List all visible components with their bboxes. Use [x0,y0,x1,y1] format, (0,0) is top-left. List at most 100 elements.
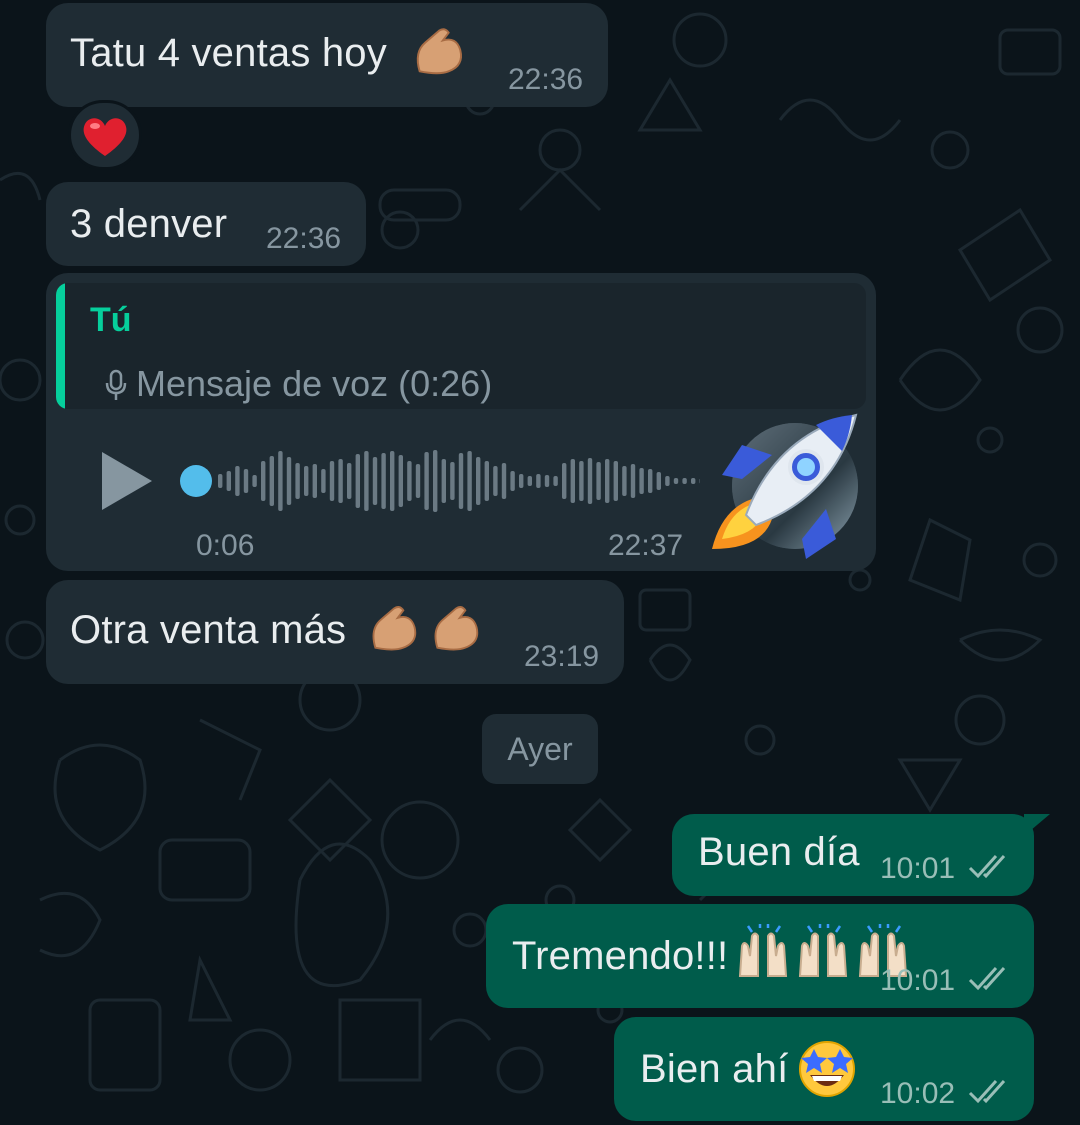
flexed-biceps-emoji [428,600,484,663]
waveform-bar [398,455,403,507]
quoted-message[interactable]: Tú Mensaje de voz (0:26) [56,283,866,409]
read-receipt-icon [968,1079,1006,1104]
read-receipt-icon [968,854,1006,879]
waveform-bar [691,478,696,484]
waveform-bar [630,464,636,498]
waveform-bar [450,462,455,500]
waveform-bar [493,466,498,496]
incoming-message[interactable]: Tatu 4 ventas hoy 22:36 [46,3,608,107]
outgoing-message[interactable]: Tremendo!!! 10:01 [486,904,1034,1008]
message-time: 23:19 [524,640,600,673]
waveform-bar [364,451,369,511]
waveform-bar [622,466,627,496]
waveform-bar [329,461,335,501]
waveform-bar [467,451,472,511]
waveform-bar [424,452,429,510]
voice-elapsed: 0:06 [196,529,255,562]
outgoing-message[interactable]: Bien ahí 10:02 [614,1017,1034,1121]
flexed-biceps-emoji [410,23,468,86]
waveform-bar [562,463,567,499]
chat-panel: Tatu 4 ventas hoy 22:36 3 denver 22:36 T… [0,0,1080,1125]
waveform-bar [261,461,266,501]
play-button[interactable] [100,450,156,512]
waveform-bar [415,464,421,498]
message-time: 10:02 [880,1077,956,1110]
waveform-bar [407,461,412,501]
waveform-bar [269,456,274,506]
waveform-bar [458,453,464,509]
waveform-bar [476,457,481,505]
waveform-bar [338,459,343,503]
waveform-bar [347,463,352,499]
waveform-bar [596,462,601,500]
waveform-bar [286,457,292,505]
waveform-bar [544,475,550,487]
waveform-bar [665,476,670,486]
message-text: 3 denver [70,202,228,246]
message-time: 10:01 [880,964,956,997]
flexed-biceps-emoji [366,600,422,663]
waveform-bar [235,466,240,496]
raising-hands-emoji [734,924,794,985]
playback-knob[interactable] [180,465,212,497]
star-struck-emoji [796,1037,858,1104]
quote-author: Tú [90,301,132,339]
waveform-bar [579,461,584,501]
waveform-bar [372,457,378,505]
waveform-bar [648,469,653,493]
waveform-bar [605,459,610,503]
waveform-bar [570,459,575,503]
waveform-bar [656,472,661,490]
voice-waveform[interactable] [180,441,700,521]
waveform-bar [519,474,524,488]
waveform-bar [510,471,515,491]
waveform-bar [243,469,249,493]
raising-hands-emoji [794,924,854,985]
quote-accent-bar [56,283,65,409]
waveform-bar [441,459,446,503]
waveform-bar [639,468,644,494]
waveform-bar [390,451,395,511]
message-text: Bien ahí [640,1047,789,1091]
microphone-icon [105,369,127,400]
waveform-bar [381,453,386,509]
waveform-bar [587,458,593,504]
voice-message[interactable]: Tú Mensaje de voz (0:26) 0:06 22:37 [46,273,876,571]
outgoing-message[interactable]: Buen día 10:01 [672,814,1050,896]
message-time: 22:37 [608,529,684,562]
red-heart-icon [83,118,127,156]
waveform-bar [613,461,618,501]
waveform-bar [673,478,679,484]
waveform-bar [321,469,326,493]
waveform-bar [553,476,558,486]
waveform-bar [278,451,283,511]
waveform-bar [226,471,231,491]
waveform-bar [682,478,687,484]
message-time: 22:36 [508,63,584,96]
waveform-bar [433,450,438,512]
waveform-bar [304,466,309,496]
waveform-bar [218,474,223,488]
message-text: Tremendo!!! [512,934,729,978]
waveform-bar [501,463,507,499]
rocket-sticker [712,413,858,559]
bubble-tail [1024,814,1050,836]
message-text: Tatu 4 ventas hoy [70,31,387,75]
message-text: Buen día [698,830,860,874]
waveform-bar [527,476,532,486]
waveform-bar [484,461,489,501]
quote-text: Mensaje de voz (0:26) [136,363,493,404]
date-separator: Ayer [482,714,598,784]
read-receipt-icon [968,966,1006,991]
waveform-bar [355,454,360,508]
message-text: Otra venta más [70,608,347,652]
waveform-bar [252,475,257,487]
message-time: 22:36 [266,222,342,255]
incoming-message[interactable]: 3 denver 22:36 [46,182,366,266]
waveform-bar [536,474,541,488]
reaction-badge[interactable] [68,100,142,170]
waveform-bar [295,463,300,499]
incoming-message[interactable]: Otra venta más 23:19 [46,580,624,684]
waveform-bar [312,464,317,498]
message-time: 10:01 [880,852,956,885]
